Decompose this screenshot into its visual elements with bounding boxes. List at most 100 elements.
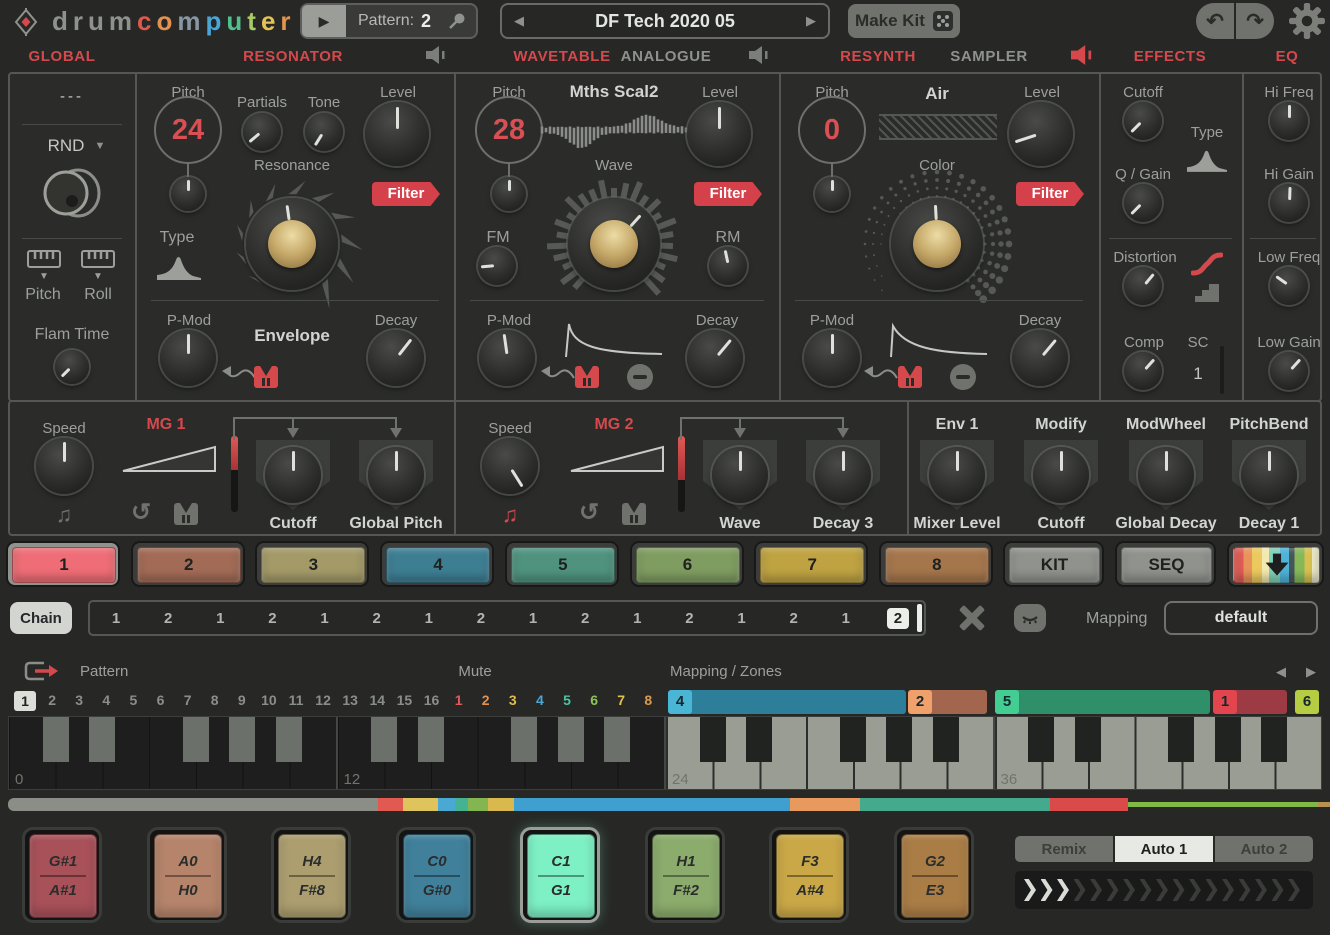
chain-step[interactable]: 2 (142, 610, 194, 627)
pitch-dropdown-icon[interactable]: ▼ (39, 271, 49, 282)
pattern-number[interactable]: 5 (120, 692, 146, 708)
speaker-icon-wavetable[interactable] (749, 46, 771, 64)
black-key[interactable] (700, 717, 726, 762)
pad-kit[interactable]: KIT (1005, 543, 1102, 585)
roll-keyboard-icon[interactable] (81, 250, 115, 268)
tab-auto-1[interactable]: Auto 1 (1115, 836, 1213, 862)
note-pad[interactable]: F3A#4 (769, 827, 849, 923)
resonator-pitch-fine-knob[interactable] (171, 177, 205, 211)
chain-step[interactable]: 1 (507, 610, 559, 627)
zone-bar[interactable] (1235, 690, 1287, 714)
header-sampler[interactable]: SAMPLER (950, 48, 1028, 65)
pad-seq[interactable]: SEQ (1117, 543, 1214, 585)
clear-chain-icon[interactable] (958, 605, 986, 631)
keyboard-octave[interactable]: 24 (664, 717, 993, 789)
pitch-keyboard-icon[interactable] (27, 250, 61, 268)
mg1-title[interactable]: MG 1 (146, 416, 185, 434)
pattern-number[interactable]: 11 (283, 692, 309, 708)
redo-button[interactable]: ↷ (1236, 3, 1274, 39)
mg1-ramp-shape[interactable] (120, 440, 220, 476)
sidechain-value[interactable]: 1 (1193, 364, 1202, 384)
sync-note-icon-active[interactable]: ♫ (502, 502, 519, 528)
wavetable-pitch-display[interactable]: 28 (475, 96, 543, 164)
note-pad[interactable]: H4F#8 (271, 827, 351, 923)
mute-channel-number[interactable]: 6 (581, 692, 607, 708)
loop-icon[interactable]: ↺ (131, 498, 151, 527)
header-analogue[interactable]: ANALOGUE (621, 48, 712, 65)
effects-cutoff-knob[interactable] (1124, 102, 1162, 140)
header-eq[interactable]: EQ (1276, 48, 1299, 65)
pattern-number[interactable]: 14 (364, 692, 390, 708)
header-resynth[interactable]: RESYNTH (840, 48, 916, 65)
black-key[interactable] (886, 717, 912, 762)
black-key[interactable] (43, 717, 69, 762)
resonator-decay-knob[interactable] (368, 330, 424, 386)
wave-knob[interactable] (568, 198, 660, 290)
resonator-pitch-display[interactable]: 24 (154, 96, 222, 164)
black-key[interactable] (933, 717, 959, 762)
zone-chip[interactable]: 6 (1295, 690, 1319, 714)
pattern-number[interactable]: 13 (337, 692, 363, 708)
note-pad[interactable]: G2E3 (894, 827, 974, 923)
pad-8[interactable]: 8 (881, 543, 991, 585)
comp-knob[interactable] (1124, 352, 1162, 390)
mute-channel-number[interactable]: 1 (446, 692, 472, 708)
zone-bar[interactable] (1017, 690, 1210, 714)
header-wavetable[interactable]: WAVETABLE (513, 48, 610, 65)
mod-target-icon[interactable] (575, 366, 599, 388)
pattern-number[interactable]: 15 (391, 692, 417, 708)
low-gain-knob[interactable] (1270, 352, 1308, 390)
filter-type-icon[interactable] (157, 254, 201, 280)
color-knob[interactable] (891, 198, 983, 290)
chain-step[interactable]: 2 (768, 610, 820, 627)
pattern-number[interactable]: 16 (419, 692, 445, 708)
pattern-number[interactable]: 9 (229, 692, 255, 708)
pad-3[interactable]: 3 (257, 543, 367, 585)
chain-step[interactable]: 2 (455, 610, 507, 627)
mg2-ramp-shape[interactable] (568, 440, 668, 476)
wavetable-decay-knob[interactable] (687, 330, 743, 386)
mg2-title[interactable]: MG 2 (594, 416, 633, 434)
pattern-number[interactable]: 1 (14, 691, 36, 711)
eye-icon[interactable] (1014, 604, 1046, 632)
mute-channel-number[interactable]: 7 (608, 692, 634, 708)
mapping-default-button[interactable]: default (1164, 601, 1318, 635)
zone-chip[interactable]: 1 (1213, 690, 1237, 714)
speaker-icon-resonator[interactable] (426, 46, 448, 64)
mg2-amount-meter[interactable] (678, 436, 685, 512)
resonator-level-knob[interactable] (365, 102, 429, 166)
preset-name[interactable]: DF Tech 2020 05 (595, 11, 735, 32)
chain-step[interactable]: 2 (872, 610, 924, 627)
resonance-knob[interactable] (246, 198, 338, 290)
black-key[interactable] (418, 717, 444, 762)
resynth-pitch-display[interactable]: 0 (798, 96, 866, 164)
tab-remix[interactable]: Remix (1015, 836, 1113, 862)
pattern-number[interactable]: 4 (93, 692, 119, 708)
zone-chip[interactable]: 2 (908, 690, 932, 714)
pattern-number[interactable]: 3 (66, 692, 92, 708)
resynth-pitch-fine-knob[interactable] (815, 177, 849, 211)
pattern-number[interactable]: 2 (39, 692, 65, 708)
chain-step[interactable]: 1 (611, 610, 663, 627)
resynth-pmod-knob[interactable] (804, 330, 860, 386)
rnd-dropdown-icon[interactable]: ▼ (95, 140, 106, 152)
resonator-filter-tag[interactable]: Filter (372, 182, 440, 206)
resynth-decay-knob[interactable] (1012, 330, 1068, 386)
filter-type-icon[interactable] (1187, 148, 1227, 172)
zones-next-icon[interactable]: ▶ (1306, 664, 1316, 680)
chain-step[interactable]: 2 (559, 610, 611, 627)
mg2-dest1-knob[interactable] (712, 447, 768, 503)
hi-gain-knob[interactable] (1270, 184, 1308, 222)
chain-step[interactable]: 2 (246, 610, 298, 627)
keyboard-octave[interactable]: 12 (336, 717, 665, 789)
matrix-amount-knob[interactable] (1033, 447, 1089, 503)
zone-chip[interactable]: 5 (995, 690, 1019, 714)
mod-target-icon[interactable] (898, 366, 922, 388)
black-key[interactable] (1215, 717, 1241, 762)
wavetable-level-knob[interactable] (687, 102, 751, 166)
preset-next-icon[interactable]: ▶ (806, 13, 816, 29)
black-key[interactable] (371, 717, 397, 762)
mute-channel-number[interactable]: 8 (635, 692, 661, 708)
pattern-number[interactable]: 8 (202, 692, 228, 708)
rm-knob[interactable] (709, 247, 747, 285)
